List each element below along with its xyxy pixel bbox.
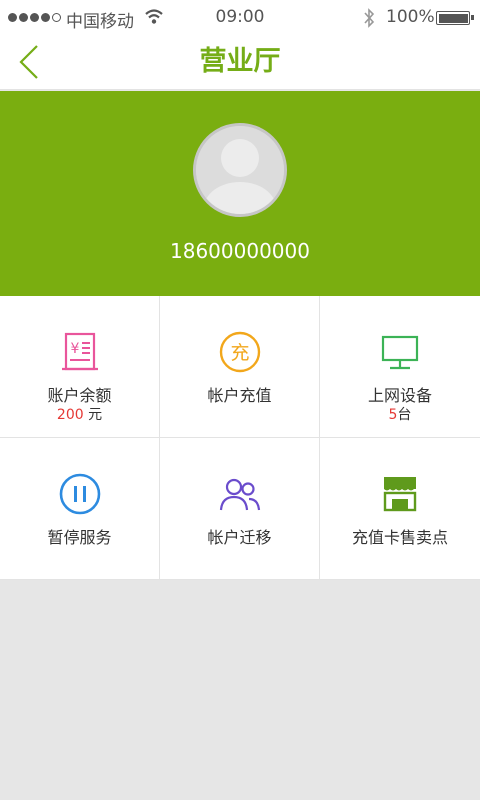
account-transfer-label: 帐户迁移 [207, 528, 272, 547]
recharge-badge-icon: 充 [219, 331, 260, 373]
battery-percent: 100% [386, 7, 435, 27]
battery-icon [436, 11, 474, 25]
store-icon [383, 477, 417, 512]
receipt-yen-icon: ¥ [61, 332, 98, 371]
online-devices-value: 5台 [388, 407, 412, 423]
online-devices-label: 上网设备 [367, 386, 432, 405]
pause-service-label: 暂停服务 [47, 528, 112, 547]
bluetooth-icon [364, 8, 375, 28]
svg-text:充: 充 [230, 342, 249, 364]
default-avatar-icon [196, 126, 284, 214]
status-bar: 中国移动 09:00 100% [0, 0, 480, 36]
account-recharge-item[interactable]: 充 帐户充值 [160, 296, 319, 437]
account-transfer-item[interactable]: 帐户迁移 [160, 438, 319, 579]
account-balance-item[interactable]: ¥ 账户余额 200 元 [0, 296, 159, 437]
avatar[interactable] [193, 123, 287, 217]
account-recharge-label: 帐户充值 [207, 386, 272, 405]
card-outlets-item[interactable]: 充值卡售卖点 [320, 438, 480, 579]
monitor-icon [381, 335, 419, 370]
phone-number: 18600000000 [170, 239, 310, 263]
profile-header: 18600000000 [0, 91, 480, 296]
card-outlets-label: 充值卡售卖点 [351, 528, 448, 547]
users-icon [219, 478, 260, 511]
service-menu-grid: ¥ 账户余额 200 元 充 帐户充值 上网设备 5台 暂停服务 帐户迁移 充值… [0, 296, 480, 580]
svg-text:¥: ¥ [70, 341, 79, 357]
online-devices-item[interactable]: 上网设备 5台 [320, 296, 480, 437]
pause-service-item[interactable]: 暂停服务 [0, 438, 159, 579]
pause-circle-icon [59, 473, 100, 515]
account-balance-label: 账户余额 [47, 386, 112, 405]
nav-bar: 营业厅 [0, 36, 480, 90]
account-balance-value: 200 元 [56, 407, 103, 423]
page-title: 营业厅 [199, 46, 281, 77]
